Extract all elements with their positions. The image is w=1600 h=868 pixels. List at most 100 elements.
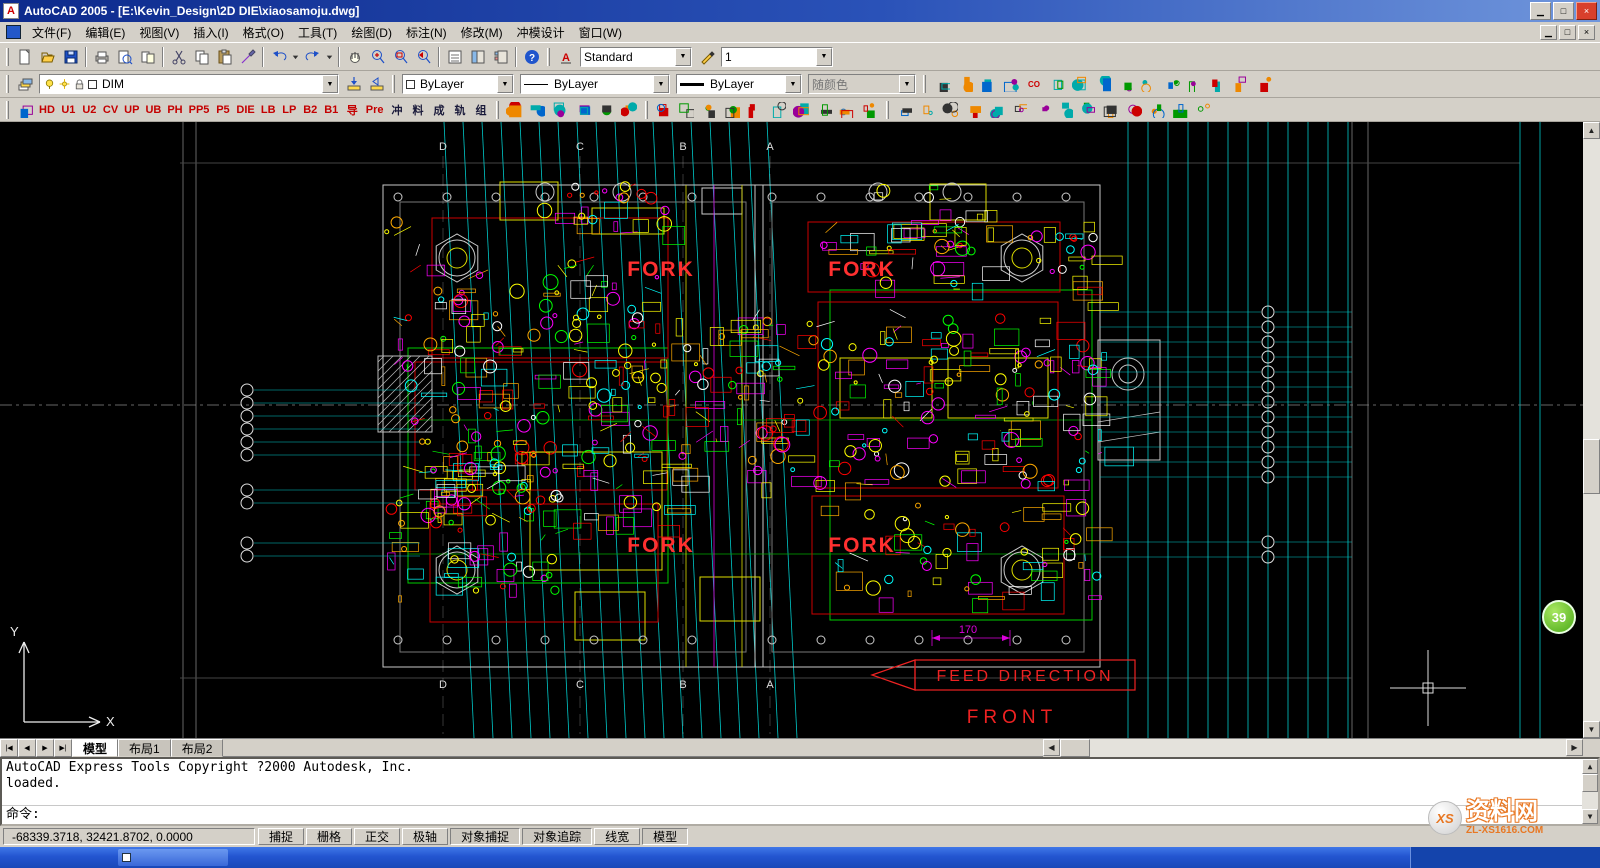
custom-tool-icon-9[interactable] [1114,73,1137,95]
linetype-combo[interactable]: ByLayer ▼ [520,74,670,94]
help-button[interactable]: ? [520,46,543,68]
minimize-button[interactable]: ▁ [1530,2,1551,20]
horizontal-scrollbar[interactable]: ◀ ▶ [1043,739,1583,757]
chevron-down-icon[interactable]: ▼ [497,75,513,93]
modify-tool-icon-9[interactable] [836,99,859,121]
custom-tool-icon-6[interactable] [1045,73,1068,95]
dim-tool-icon-11[interactable] [1123,99,1146,121]
zoom-previous-button[interactable] [412,46,435,68]
menu-file[interactable]: 文件(F) [25,22,78,43]
command-input[interactable]: 命令: [2,805,1582,824]
dim-tool-icon-4[interactable] [962,99,985,121]
die-tool-17[interactable]: 冲 [388,100,407,120]
make-object-layer-current-button[interactable] [342,73,365,95]
restore-button[interactable]: □ [1553,2,1574,20]
tab-prev-button[interactable]: ◀ [18,739,36,757]
modify-tool-icon-5[interactable] [744,99,767,121]
horizontal-scroll-track[interactable] [1090,739,1566,757]
die-tool-2[interactable]: U1 [59,100,78,120]
custom-tool-icon-1[interactable] [930,73,953,95]
chevron-down-icon[interactable]: ▼ [653,75,669,93]
dim-style-icon[interactable] [695,46,718,68]
custom-tool-icon-8[interactable] [1091,73,1114,95]
scroll-left-icon[interactable]: ◀ [1043,739,1060,756]
die-tool-6[interactable]: UB [143,100,163,120]
redo-dropdown-icon[interactable] [324,46,335,68]
die-tool-13[interactable]: B2 [301,100,320,120]
scroll-up-icon[interactable]: ▲ [1583,122,1600,139]
mdi-minimize-button[interactable]: ▁ [1540,25,1557,40]
die-tool-11[interactable]: LB [259,100,278,120]
layer-previous-button[interactable] [365,73,388,95]
toggle-otrack[interactable]: 对象追踪 [522,828,592,845]
messenger-badge[interactable]: 39 [1542,600,1576,634]
toggle-lwt[interactable]: 线宽 [594,828,640,845]
custom-tool-icon-13[interactable] [1206,73,1229,95]
new-button[interactable] [13,46,36,68]
die-tool-7[interactable]: PH [165,100,184,120]
custom-tool-icon-14[interactable] [1229,73,1252,95]
toggle-model[interactable]: 模型 [642,828,688,845]
toolbar-grip[interactable] [392,75,395,93]
zoom-realtime-button[interactable] [366,46,389,68]
vertical-scroll-thumb[interactable] [1583,439,1600,494]
properties-button[interactable] [443,46,466,68]
chevron-down-icon[interactable]: ▼ [322,75,338,93]
custom-tool-icon-15[interactable] [1252,73,1275,95]
die-tool-icon-0[interactable] [13,99,36,121]
designcenter-button[interactable] [466,46,489,68]
menu-draw[interactable]: 绘图(D) [344,22,399,43]
tool-palettes-button[interactable] [489,46,512,68]
tab-model[interactable]: 模型 [72,739,118,757]
zoom-window-button[interactable] [389,46,412,68]
toggle-osnap[interactable]: 对象捕捉 [450,828,520,845]
undo-dropdown-icon[interactable] [290,46,301,68]
drawing-canvas[interactable]: DDCCBBAA170FORKFORKFORKFORKFEED DIRECTIO… [0,122,1583,738]
block-tool-icon-3[interactable] [549,99,572,121]
chevron-down-icon[interactable]: ▼ [675,48,691,66]
match-properties-button[interactable] [236,46,259,68]
paste-button[interactable] [213,46,236,68]
modify-tool-icon-8[interactable] [813,99,836,121]
modify-tool-icon-7[interactable] [790,99,813,121]
tab-layout2[interactable]: 布局2 [171,739,224,757]
modify-tool-icon-3[interactable] [698,99,721,121]
toolbar-grip[interactable] [6,48,9,66]
custom-tool-icon-2[interactable] [953,73,976,95]
die-tool-9[interactable]: P5 [213,100,232,120]
die-tool-19[interactable]: 成 [430,100,449,120]
modify-tool-icon-6[interactable] [767,99,790,121]
die-tool-21[interactable]: 组 [472,100,491,120]
dim-scale-combo[interactable]: 1▼ [721,47,833,67]
die-tool-12[interactable]: LP [280,100,299,120]
toolbar-grip[interactable] [496,101,499,119]
toggle-polar[interactable]: 极轴 [402,828,448,845]
die-tool-5[interactable]: UP [122,100,141,120]
modify-tool-icon-10[interactable] [859,99,882,121]
block-tool-icon-1[interactable] [503,99,526,121]
menu-tools[interactable]: 工具(T) [291,22,344,43]
scroll-down-icon[interactable]: ▼ [1583,721,1600,738]
die-tool-1[interactable]: HD [37,100,57,120]
die-tool-15[interactable]: 导 [343,100,362,120]
text-style-combo[interactable]: Standard▼ [580,47,692,67]
chevron-down-icon[interactable]: ▼ [816,48,832,66]
dim-tool-icon-6[interactable] [1008,99,1031,121]
layer-manager-button[interactable] [13,73,36,95]
custom-tool-icon-12[interactable] [1183,73,1206,95]
custom-tool-icon-3[interactable] [976,73,999,95]
tab-first-button[interactable]: |◀ [0,739,18,757]
block-tool-icon-6[interactable] [618,99,641,121]
plot-button[interactable] [90,46,113,68]
modify-tool-icon-1[interactable] [652,99,675,121]
die-tool-10[interactable]: DIE [234,100,256,120]
dim-tool-icon-9[interactable] [1077,99,1100,121]
die-tool-8[interactable]: PP5 [187,100,212,120]
custom-tool-icon-10[interactable] [1137,73,1160,95]
menu-insert[interactable]: 插入(I) [186,22,235,43]
toolbar-grip[interactable] [6,101,9,119]
redo-button[interactable] [301,46,324,68]
die-tool-16[interactable]: Pre [364,100,386,120]
text-style-icon[interactable]: A [554,46,577,68]
die-tool-14[interactable]: B1 [322,100,341,120]
